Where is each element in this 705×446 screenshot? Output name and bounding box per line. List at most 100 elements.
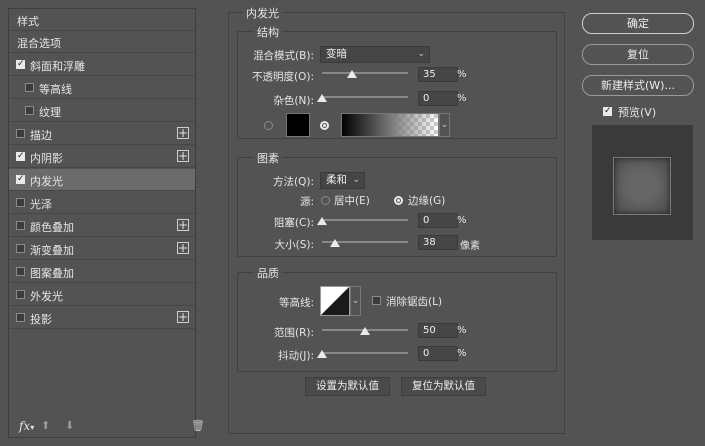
style-item-checkbox[interactable]: ✓ bbox=[16, 152, 25, 161]
opacity-slider-track[interactable] bbox=[322, 72, 408, 74]
add-style-icon[interactable]: + bbox=[177, 311, 189, 323]
choke-input[interactable]: 0 bbox=[418, 213, 458, 228]
range-percent: % bbox=[457, 325, 467, 336]
style-item[interactable]: 外发光 bbox=[9, 284, 195, 306]
source-edge-label: 边缘(G) bbox=[408, 195, 446, 207]
style-item[interactable]: ✓ 内发光 bbox=[9, 169, 195, 191]
make-default-button[interactable]: 设置为默认值 bbox=[305, 377, 390, 396]
style-item[interactable]: 投影 + bbox=[9, 307, 195, 329]
jitter-slider-thumb[interactable] bbox=[317, 350, 327, 358]
size-input[interactable]: 38 bbox=[418, 235, 458, 250]
antialias-checkbox[interactable] bbox=[372, 296, 381, 305]
style-item[interactable]: 纹理 bbox=[9, 100, 195, 122]
structure-title: 结构 bbox=[254, 24, 282, 40]
elements-title: 图素 bbox=[254, 150, 282, 166]
style-item-label: 投影 bbox=[30, 313, 52, 326]
reset-to-default-button[interactable]: 复位为默认值 bbox=[401, 377, 486, 396]
choke-percent: % bbox=[457, 215, 467, 226]
style-item[interactable]: 描边 + bbox=[9, 123, 195, 145]
style-item-checkbox[interactable] bbox=[25, 83, 34, 92]
style-item[interactable]: 颜色叠加 + bbox=[9, 215, 195, 237]
jitter-slider-track[interactable] bbox=[322, 352, 408, 354]
contour-label: 等高线: bbox=[278, 297, 314, 309]
add-style-icon[interactable]: + bbox=[177, 242, 189, 254]
styles-header: 样式 bbox=[9, 9, 195, 31]
style-item[interactable]: 光泽 bbox=[9, 192, 195, 214]
range-slider-thumb[interactable] bbox=[360, 327, 370, 335]
styles-header-label: 样式 bbox=[17, 15, 39, 28]
preview-checkbox[interactable]: ✓ bbox=[603, 107, 612, 116]
solid-color-radio[interactable] bbox=[264, 121, 273, 130]
style-item-checkbox[interactable]: ✓ bbox=[16, 175, 25, 184]
add-style-icon[interactable]: + bbox=[177, 150, 189, 162]
jitter-percent: % bbox=[457, 348, 467, 359]
trash-icon[interactable]: 🗑 bbox=[191, 419, 205, 432]
opacity-input[interactable]: 35 bbox=[418, 67, 458, 82]
style-item-checkbox[interactable]: ✓ bbox=[16, 60, 25, 69]
style-item[interactable]: ✓ 内阴影 + bbox=[9, 146, 195, 168]
quality-title: 品质 bbox=[254, 265, 282, 281]
jitter-input[interactable]: 0 bbox=[418, 346, 458, 361]
opacity-slider-thumb[interactable] bbox=[347, 70, 358, 78]
noise-slider-thumb[interactable] bbox=[317, 94, 327, 102]
style-item-checkbox[interactable] bbox=[16, 290, 25, 299]
add-style-icon[interactable]: + bbox=[177, 219, 189, 231]
style-item-label: 纹理 bbox=[39, 106, 61, 119]
style-item-checkbox[interactable] bbox=[16, 313, 25, 322]
style-item-label: 混合选项 bbox=[17, 37, 61, 50]
style-item-label: 图案叠加 bbox=[30, 267, 74, 280]
add-style-icon[interactable]: + bbox=[177, 127, 189, 139]
style-item-label: 光泽 bbox=[30, 198, 52, 211]
choke-label: 阻塞(C): bbox=[273, 217, 314, 229]
gradient-swatch[interactable] bbox=[341, 113, 439, 137]
style-item-label: 内发光 bbox=[30, 175, 63, 188]
range-input[interactable]: 50 bbox=[418, 323, 458, 338]
chevron-down-icon: ⌄ bbox=[417, 49, 425, 59]
style-item-label: 等高线 bbox=[39, 83, 72, 96]
new-style-button[interactable]: 新建样式(W)... bbox=[582, 75, 694, 96]
style-item-checkbox[interactable] bbox=[25, 106, 34, 115]
styles-list: 样式 混合选项 ✓ 斜面和浮雕等高线纹理描边 + ✓ 内阴影 + ✓ 内发光光泽颜色叠加 + 渐变叠… bbox=[8, 8, 205, 438]
move-down-icon[interactable]: ⬇ bbox=[65, 419, 74, 432]
method-select[interactable]: 柔和 ⌄ bbox=[320, 172, 365, 189]
glow-color-swatch[interactable] bbox=[286, 113, 310, 137]
noise-slider-track[interactable] bbox=[322, 96, 408, 98]
blend-mode-select[interactable]: 变暗 ⌄ bbox=[320, 46, 430, 63]
contour-preview[interactable] bbox=[320, 286, 350, 316]
inner-glow-title: 内发光 bbox=[243, 5, 282, 21]
range-label: 范围(R): bbox=[273, 327, 314, 339]
style-item-checkbox[interactable] bbox=[16, 198, 25, 207]
move-up-icon[interactable]: ⬆ bbox=[41, 419, 50, 432]
blend-mode-value: 变暗 bbox=[326, 48, 347, 60]
source-center-radio[interactable] bbox=[321, 196, 330, 205]
noise-label: 杂色(N): bbox=[273, 95, 314, 107]
opacity-label: 不透明度(O): bbox=[252, 71, 314, 83]
gradient-radio[interactable] bbox=[320, 121, 329, 130]
style-item-checkbox[interactable] bbox=[16, 221, 25, 230]
style-item-checkbox[interactable] bbox=[16, 244, 25, 253]
jitter-label: 抖动(J): bbox=[278, 350, 314, 362]
style-item[interactable]: 等高线 bbox=[9, 77, 195, 99]
contour-dropdown-icon[interactable]: ⌄ bbox=[350, 286, 361, 316]
source-center-label: 居中(E) bbox=[334, 195, 370, 207]
choke-slider-track[interactable] bbox=[322, 219, 408, 221]
size-slider-thumb[interactable] bbox=[329, 239, 340, 247]
style-item-checkbox[interactable] bbox=[16, 129, 25, 138]
blend-mode-label: 混合模式(B): bbox=[253, 50, 314, 62]
style-item[interactable]: 混合选项 bbox=[9, 31, 195, 53]
preview-label: 预览(V) bbox=[618, 106, 657, 119]
style-item[interactable]: 图案叠加 bbox=[9, 261, 195, 283]
reset-button[interactable]: 复位 bbox=[582, 44, 694, 65]
style-item-label: 内阴影 bbox=[30, 152, 63, 165]
style-item-checkbox[interactable] bbox=[16, 267, 25, 276]
gradient-dropdown-icon[interactable]: ⌄ bbox=[439, 113, 450, 137]
fx-button[interactable]: fx▾ bbox=[19, 419, 34, 433]
ok-button[interactable]: 确定 bbox=[582, 13, 694, 34]
noise-input[interactable]: 0 bbox=[418, 91, 458, 106]
choke-slider-thumb[interactable] bbox=[317, 217, 327, 225]
style-item-label: 外发光 bbox=[30, 290, 63, 303]
source-edge-radio[interactable] bbox=[394, 196, 403, 205]
style-item[interactable]: 渐变叠加 + bbox=[9, 238, 195, 260]
size-unit: 像素 bbox=[460, 241, 480, 252]
style-item[interactable]: ✓ 斜面和浮雕 bbox=[9, 54, 195, 76]
